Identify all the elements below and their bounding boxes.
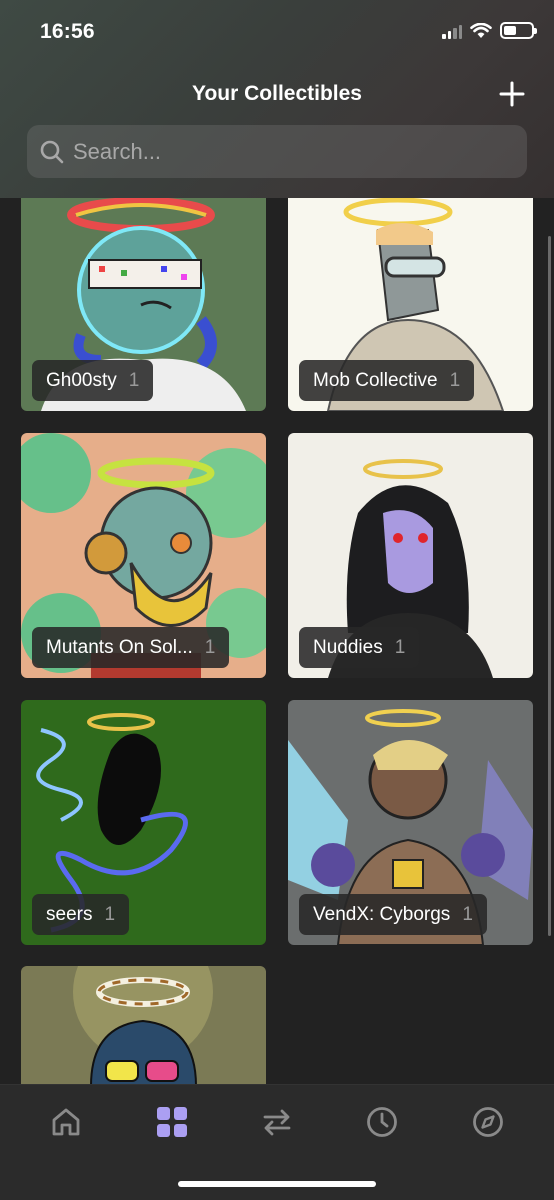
collectible-card-nuddies[interactable]: Nuddies 1 xyxy=(288,433,533,678)
collectible-card-vendx-cyborgs[interactable]: VendX: Cyborgs 1 xyxy=(288,700,533,945)
compass-icon xyxy=(473,1107,503,1137)
tab-explore[interactable] xyxy=(468,1102,508,1142)
status-bar: 16:56 xyxy=(0,0,554,66)
home-indicator[interactable] xyxy=(178,1181,376,1187)
collectible-card-seers[interactable]: seers 1 xyxy=(21,700,266,945)
collection-name: Mob Collective xyxy=(313,369,438,391)
tab-swap[interactable] xyxy=(257,1102,297,1142)
collection-name: Mutants On Sol... xyxy=(46,636,193,658)
collection-name: Nuddies xyxy=(313,636,383,658)
collection-count: 1 xyxy=(394,636,406,658)
collection-name: VendX: Cyborgs xyxy=(313,903,451,925)
grid-icon xyxy=(157,1107,187,1137)
search-icon xyxy=(40,140,64,163)
search-input[interactable] xyxy=(73,138,493,165)
tab-collectibles[interactable] xyxy=(152,1102,192,1142)
collection-count: 1 xyxy=(462,903,473,925)
collectible-card-gh00sty[interactable]: Gh00sty 1 xyxy=(21,170,266,411)
collectible-card-mutants-on-sol[interactable]: Mutants On Sol... 1 xyxy=(21,433,266,678)
scrollbar[interactable] xyxy=(548,236,551,936)
collection-badge: Mob Collective 1 xyxy=(299,360,475,401)
collection-count: 1 xyxy=(204,636,216,658)
collection-count: 1 xyxy=(449,369,461,391)
wifi-icon xyxy=(470,22,492,38)
collection-name: Gh00sty xyxy=(46,369,117,391)
plus-icon[interactable] xyxy=(498,80,526,108)
status-time: 16:56 xyxy=(40,20,95,43)
status-icons xyxy=(442,22,537,39)
home-icon xyxy=(52,1108,80,1136)
tab-activity[interactable] xyxy=(362,1102,402,1142)
collection-name: seers xyxy=(46,903,93,925)
collection-count: 1 xyxy=(104,903,116,925)
cellular-signal-icon xyxy=(442,23,462,39)
collection-badge: Mutants On Sol... 1 xyxy=(32,627,230,668)
swap-arrows-icon xyxy=(263,1109,291,1136)
clock-icon xyxy=(367,1107,397,1137)
battery-icon xyxy=(500,22,537,39)
collection-badge: VendX: Cyborgs 1 xyxy=(299,894,487,935)
page-title: Your Collectibles xyxy=(192,82,362,105)
collectible-card-mob-collective[interactable]: Mob Collective 1 xyxy=(288,170,533,411)
collection-count: 1 xyxy=(128,369,140,391)
collection-badge: seers 1 xyxy=(32,894,130,935)
tab-home[interactable] xyxy=(46,1102,86,1142)
collection-badge: Gh00sty 1 xyxy=(32,360,154,401)
collection-badge: Nuddies 1 xyxy=(299,627,420,668)
search-bar[interactable] xyxy=(27,125,527,178)
